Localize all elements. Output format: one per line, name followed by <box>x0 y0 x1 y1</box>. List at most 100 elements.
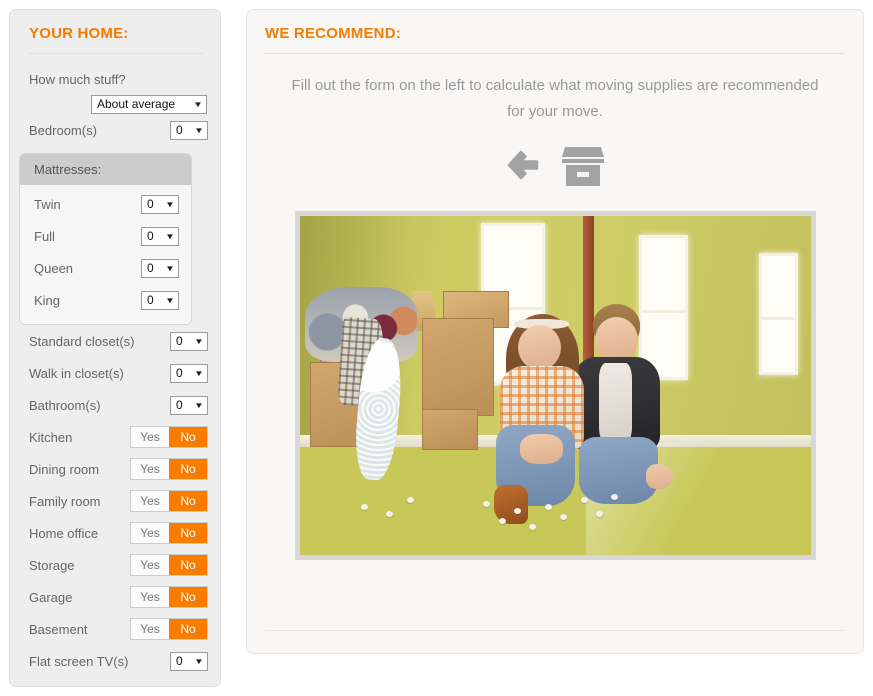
storage-row: Storage Yes No <box>29 549 208 581</box>
mattress-select-queen[interactable]: 0 ▼ <box>141 259 179 278</box>
home-office-yes-option[interactable]: Yes <box>131 523 169 543</box>
dining-room-row: Dining room Yes No <box>29 453 208 485</box>
chevron-down-icon: ▼ <box>194 333 204 350</box>
family-room-label: Family room <box>29 494 101 509</box>
walk-in-closets-value: 0 <box>176 365 183 382</box>
basement-no-option[interactable]: No <box>169 619 207 639</box>
photo-woman-arms <box>520 434 563 464</box>
chevron-down-icon: ▼ <box>165 260 175 277</box>
page-root: YOUR HOME: How much stuff? About average… <box>0 0 873 696</box>
bathrooms-value: 0 <box>176 397 183 414</box>
photo-packing-peanut <box>596 511 603 517</box>
photo-packing-peanut <box>499 518 506 524</box>
garage-yes-option[interactable]: Yes <box>131 587 169 607</box>
photo-packing-peanut <box>514 508 521 514</box>
photo-woman <box>494 314 596 528</box>
home-office-no-option[interactable]: No <box>169 523 207 543</box>
dining-room-yes-option[interactable]: Yes <box>131 459 169 479</box>
mattress-label-king: King <box>34 293 60 308</box>
photo-packing-peanut <box>361 504 368 510</box>
we-recommend-title: WE RECOMMEND: <box>265 25 863 42</box>
basement-row: Basement Yes No <box>29 613 208 645</box>
moving-photo <box>300 216 811 555</box>
mattress-select-king[interactable]: 0 ▼ <box>141 291 179 310</box>
photo-box-tall <box>422 318 494 416</box>
moving-photo-frame <box>295 211 816 560</box>
photo-woman-head <box>518 325 561 370</box>
photo-window-right <box>759 253 797 375</box>
how-much-stuff-select[interactable]: About average ▼ <box>91 95 207 114</box>
flat-screen-tv-label: Flat screen TV(s) <box>29 654 128 669</box>
how-much-stuff-label: How much stuff? <box>29 72 208 87</box>
bathrooms-row: Bathroom(s) 0 ▼ <box>29 389 208 421</box>
bathrooms-label: Bathroom(s) <box>29 398 101 413</box>
chevron-down-icon: ▼ <box>194 653 204 670</box>
family-room-no-option[interactable]: No <box>169 491 207 511</box>
photo-packing-peanut <box>581 497 588 503</box>
basement-yes-option[interactable]: Yes <box>131 619 169 639</box>
dining-room-toggle[interactable]: Yes No <box>130 458 208 480</box>
bedrooms-value: 0 <box>176 122 183 139</box>
storage-yes-option[interactable]: Yes <box>131 555 169 575</box>
chevron-down-icon: ▼ <box>194 397 204 414</box>
mattress-row-queen: Queen 0 ▼ <box>34 252 179 284</box>
garage-row: Garage Yes No <box>29 581 208 613</box>
standard-closets-value: 0 <box>176 333 183 350</box>
mattresses-heading: Mattresses: <box>20 154 191 185</box>
photo-man-tshirt <box>599 363 632 443</box>
walk-in-closets-row: Walk in closet(s) 0 ▼ <box>29 357 208 389</box>
photo-woman-boot <box>494 485 529 523</box>
standard-closets-label: Standard closet(s) <box>29 334 135 349</box>
chevron-down-icon: ▼ <box>165 292 175 309</box>
dining-room-label: Dining room <box>29 462 99 477</box>
storage-no-option[interactable]: No <box>169 555 207 575</box>
your-home-form: How much stuff? About average ▼ Bedroom(… <box>10 72 220 677</box>
mattress-value-full: 0 <box>147 228 154 245</box>
kitchen-yes-option[interactable]: Yes <box>131 427 169 447</box>
mattress-select-twin[interactable]: 0 ▼ <box>141 195 179 214</box>
home-office-label: Home office <box>29 526 98 541</box>
mattress-row-king: King 0 ▼ <box>34 284 179 316</box>
icon-row <box>247 139 863 193</box>
mattress-value-queen: 0 <box>147 260 154 277</box>
garage-toggle[interactable]: Yes No <box>130 586 208 608</box>
dining-room-no-option[interactable]: No <box>169 459 207 479</box>
walk-in-closets-select[interactable]: 0 ▼ <box>170 364 208 383</box>
mattress-label-queen: Queen <box>34 261 73 276</box>
bedrooms-label: Bedroom(s) <box>29 123 97 138</box>
kitchen-no-option[interactable]: No <box>169 427 207 447</box>
standard-closets-select[interactable]: 0 ▼ <box>170 332 208 351</box>
bathrooms-select[interactable]: 0 ▼ <box>170 396 208 415</box>
left-arrow-icon <box>503 146 543 186</box>
flat-screen-tv-value: 0 <box>176 653 183 670</box>
archive-box-icon <box>559 142 607 190</box>
kitchen-row: Kitchen Yes No <box>29 421 208 453</box>
basement-toggle[interactable]: Yes No <box>130 618 208 640</box>
mattresses-panel: Mattresses: Twin 0 ▼ Full 0 ▼ <box>19 153 192 325</box>
kitchen-toggle[interactable]: Yes No <box>130 426 208 448</box>
mattress-value-twin: 0 <box>147 196 154 213</box>
bedrooms-select[interactable]: 0 ▼ <box>170 121 208 140</box>
chevron-down-icon: ▼ <box>194 122 204 139</box>
family-room-row: Family room Yes No <box>29 485 208 517</box>
kitchen-label: Kitchen <box>29 430 72 445</box>
family-room-toggle[interactable]: Yes No <box>130 490 208 512</box>
flat-screen-tv-select[interactable]: 0 ▼ <box>170 652 208 671</box>
title-divider <box>29 53 203 54</box>
mattress-select-full[interactable]: 0 ▼ <box>141 227 179 246</box>
chevron-down-icon: ▼ <box>193 96 203 113</box>
mattress-row-full: Full 0 ▼ <box>34 220 179 252</box>
flat-screen-tv-row: Flat screen TV(s) 0 ▼ <box>29 645 208 677</box>
storage-toggle[interactable]: Yes No <box>130 554 208 576</box>
basement-label: Basement <box>29 622 88 637</box>
chevron-down-icon: ▼ <box>165 228 175 245</box>
home-office-toggle[interactable]: Yes No <box>130 522 208 544</box>
garage-label: Garage <box>29 590 72 605</box>
standard-closets-row: Standard closet(s) 0 ▼ <box>29 325 208 357</box>
how-much-stuff-value: About average <box>97 96 175 113</box>
recommend-intro-text: Fill out the form on the left to calcula… <box>247 54 863 125</box>
mattress-label-twin: Twin <box>34 197 61 212</box>
garage-no-option[interactable]: No <box>169 587 207 607</box>
bedrooms-row: Bedroom(s) 0 ▼ <box>29 114 208 146</box>
family-room-yes-option[interactable]: Yes <box>131 491 169 511</box>
